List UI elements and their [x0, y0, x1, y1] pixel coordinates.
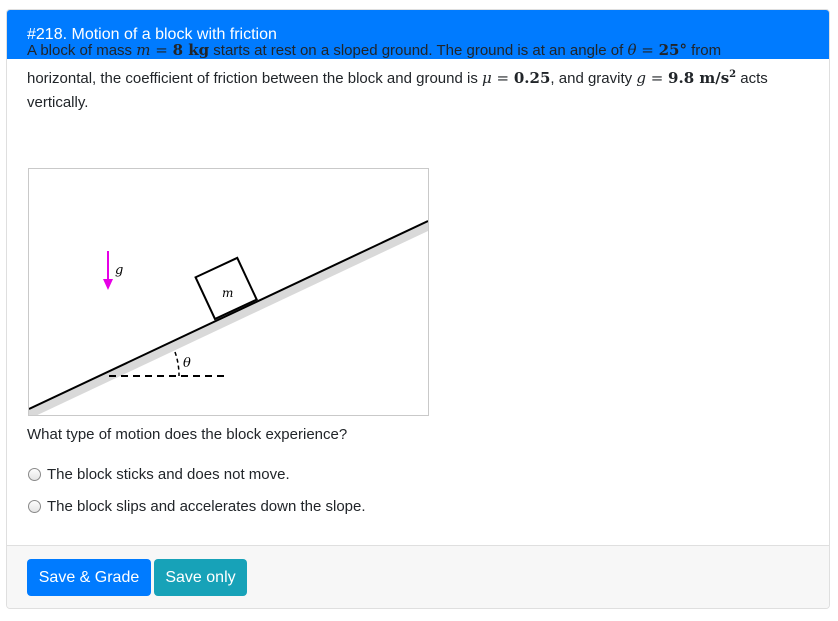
angle-arc: [174, 351, 180, 377]
math-gravity: g = 9.8 m/s2: [636, 69, 737, 87]
problem-text: , and gravity: [550, 70, 637, 87]
save-only-button[interactable]: Save only: [154, 559, 247, 596]
angle-label: θ: [183, 356, 191, 371]
question-card: #218. Motion of a block with friction A …: [6, 9, 830, 609]
problem-text: acts: [736, 70, 768, 87]
gravity-arrowhead: [103, 279, 113, 290]
option-sticks[interactable]: The block sticks and does not move.: [27, 466, 290, 483]
problem-text: from: [686, 42, 722, 59]
slope-line: [28, 220, 429, 410]
save-and-grade-button[interactable]: Save & Grade: [27, 559, 151, 596]
question-text: What type of motion does the block exper…: [27, 426, 348, 443]
problem-text: starts at rest on a sloped ground. The g…: [209, 42, 628, 59]
card-footer: Save & Grade Save only: [7, 545, 829, 608]
problem-statement: A block of mass m = 8 kg starts at rest …: [27, 38, 812, 115]
math-mu: μ = 0.25: [482, 69, 551, 87]
incline-figure: θ m g: [28, 168, 429, 419]
mass-label: m: [222, 286, 233, 300]
radio-button[interactable]: [28, 468, 41, 481]
radio-button[interactable]: [28, 500, 41, 513]
problem-text: A block of mass: [27, 42, 137, 59]
problem-text: vertically.: [27, 94, 89, 111]
incline-diagram: θ m g: [28, 220, 429, 419]
math-theta: θ = 25°: [627, 41, 687, 59]
option-label: The block sticks and does not move.: [47, 466, 290, 483]
option-slips[interactable]: The block slips and accelerates down the…: [27, 498, 366, 515]
problem-text: horizontal, the coefficient of friction …: [27, 70, 483, 87]
math-mass: m = 8 kg: [136, 41, 210, 59]
option-label: The block slips and accelerates down the…: [47, 498, 366, 515]
gravity-label: g: [115, 263, 123, 278]
